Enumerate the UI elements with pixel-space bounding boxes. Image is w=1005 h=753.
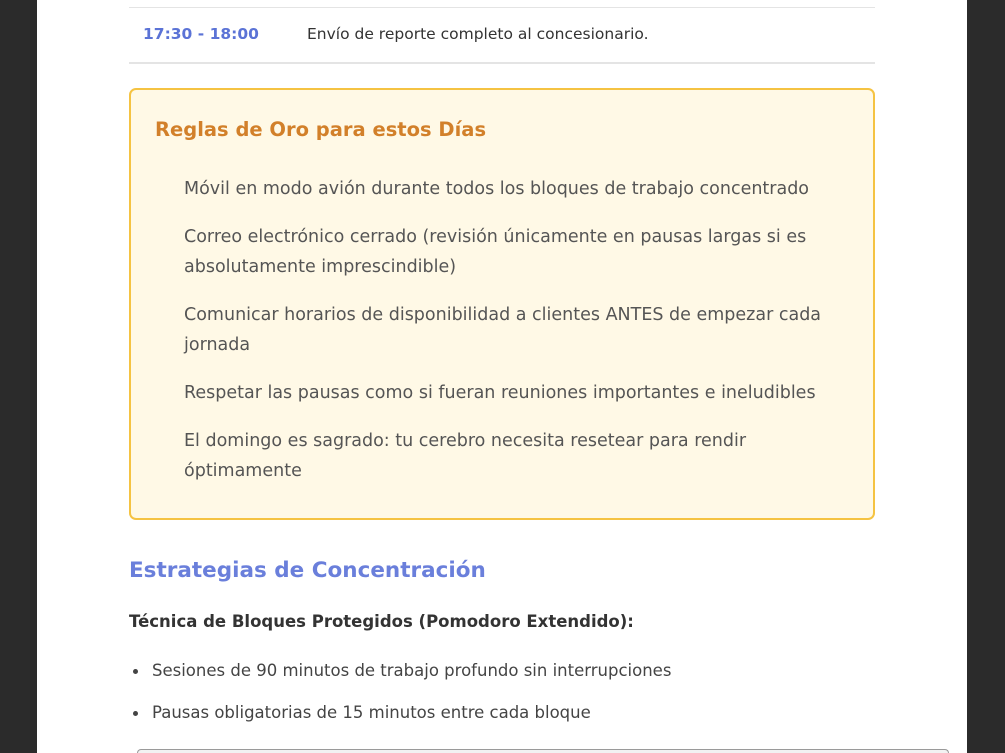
strategies-subheading: Técnica de Bloques Protegidos (Pomodoro … <box>129 612 634 631</box>
golden-rules-list: Móvil en modo avión durante todos los bl… <box>184 174 844 504</box>
golden-rules-title: Reglas de Oro para estos Días <box>155 118 487 141</box>
golden-rule-item: El domingo es sagrado: tu cerebro necesi… <box>184 431 747 481</box>
list-item-text: Pausas obligatorias de 15 minutos entre … <box>152 703 591 722</box>
strategies-list: Sesiones de 90 minutos de trabajo profun… <box>129 658 875 742</box>
golden-rule-item: Correo electrónico cerrado (revisión úni… <box>184 227 807 277</box>
schedule-time: 17:30 - 18:00 <box>143 25 259 43</box>
list-item-text: Sesiones de 90 minutos de trabajo profun… <box>152 661 672 680</box>
list-item: Sesiones de 90 minutos de trabajo profun… <box>129 658 875 684</box>
next-element-edge <box>137 749 949 753</box>
strategies-section-title: Estrategias de Concentración <box>129 558 486 583</box>
golden-rules-box: Reglas de Oro para estos Días Móvil en m… <box>129 88 875 520</box>
list-item: Pausas obligatorias de 15 minutos entre … <box>129 700 875 726</box>
bullet-icon <box>133 711 138 716</box>
schedule-row: 17:30 - 18:00 Envío de reporte completo … <box>129 8 875 64</box>
golden-rule-item: Respetar las pausas como si fueran reuni… <box>184 383 816 403</box>
document-page: 17:30 - 18:00 Envío de reporte completo … <box>37 0 967 753</box>
bullet-icon <box>133 669 138 674</box>
schedule-description: Envío de reporte completo al concesionar… <box>307 25 649 43</box>
golden-rule-item: Comunicar horarios de disponibilidad a c… <box>184 305 822 355</box>
golden-rule-item: Móvil en modo avión durante todos los bl… <box>184 179 810 199</box>
